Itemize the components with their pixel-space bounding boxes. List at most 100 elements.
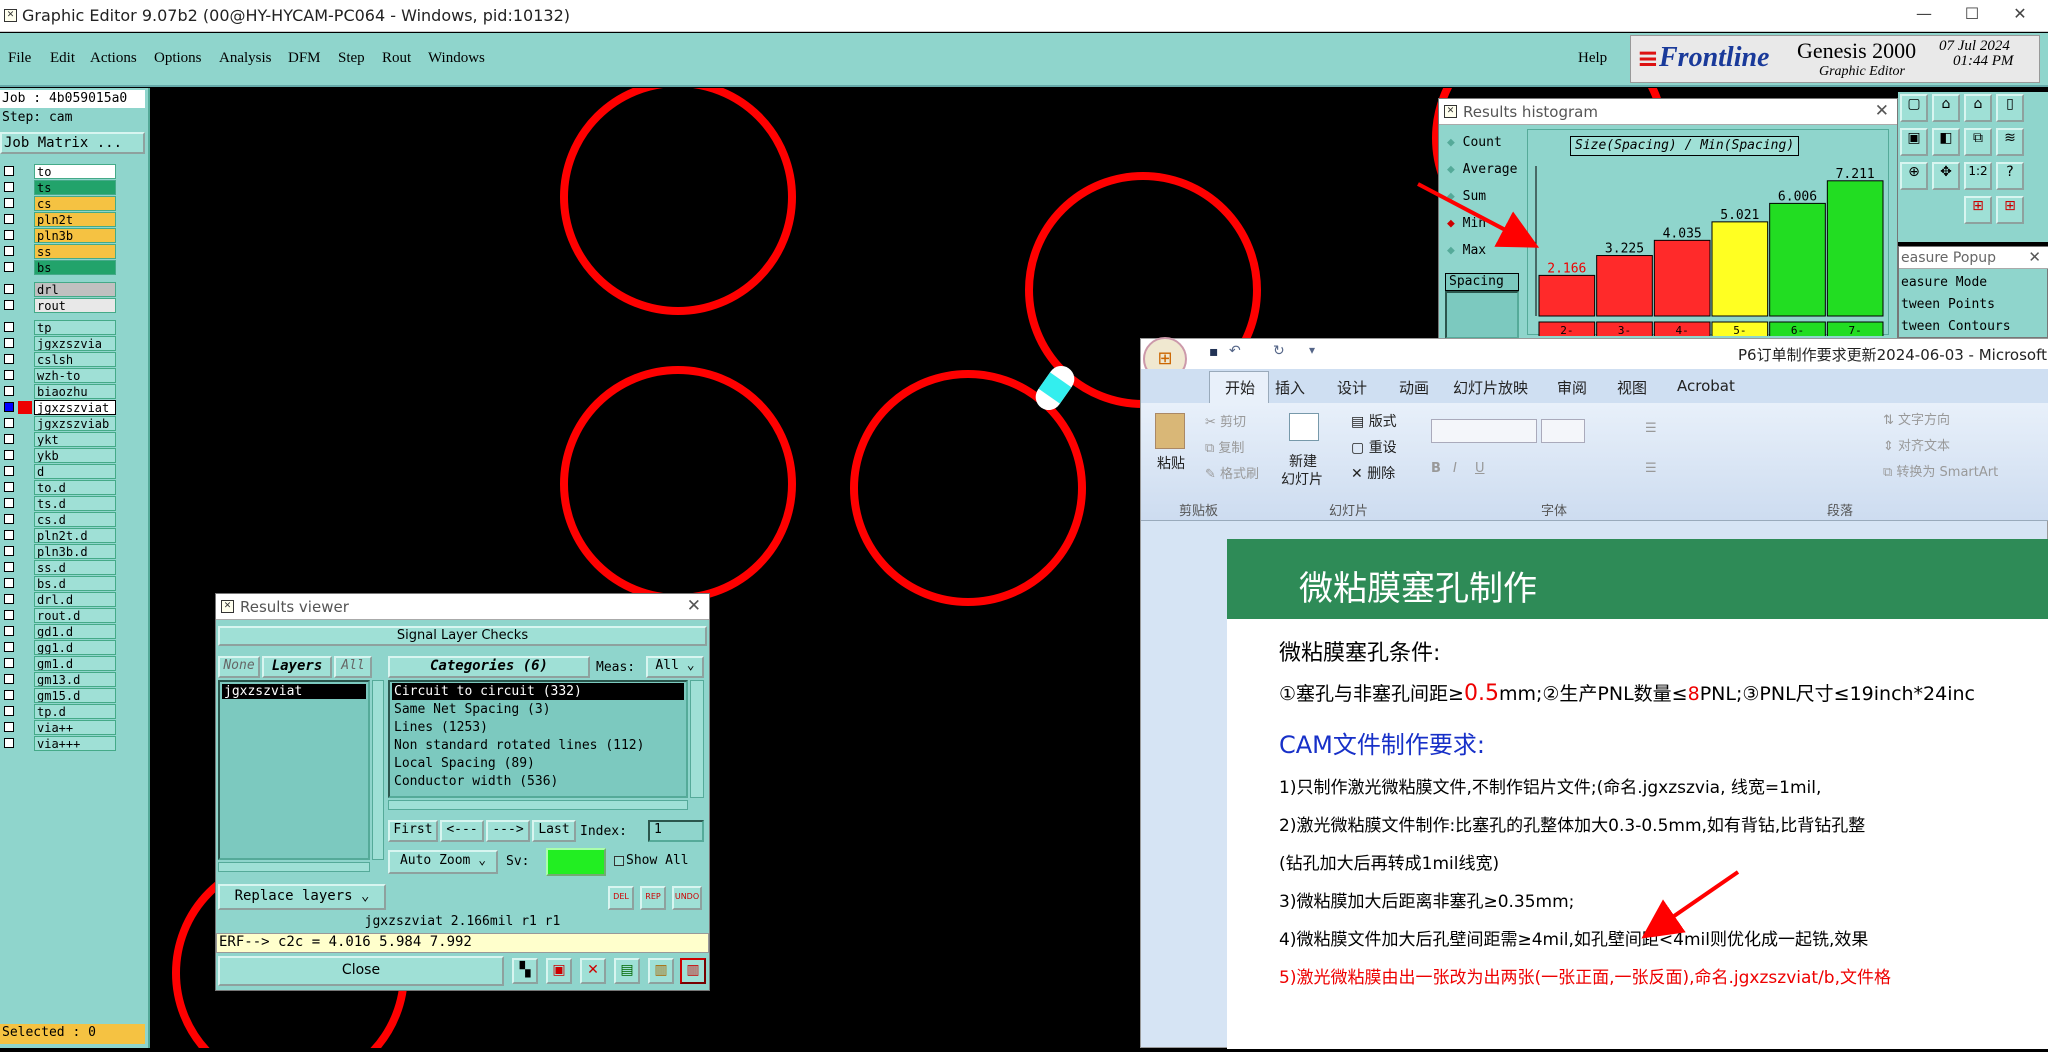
layer-name[interactable]: drl [34, 282, 116, 297]
layer-name[interactable]: gm1.d [34, 656, 116, 671]
layer-checkbox[interactable] [4, 690, 14, 700]
layer-checkbox[interactable] [4, 370, 14, 380]
tool-icon[interactable]: ⊞ [1964, 196, 1992, 224]
tab-home[interactable]: 开始 [1225, 377, 1255, 398]
layer-name[interactable]: jgxzszviab [34, 416, 116, 431]
font-size-select[interactable] [1541, 419, 1585, 443]
category-scrollbar[interactable] [690, 680, 704, 798]
index-input[interactable]: 1 [648, 820, 704, 842]
histogram-option-sum[interactable]: ◆ Sum [1447, 189, 1486, 204]
tab-acrobat[interactable]: Acrobat [1677, 377, 1735, 395]
layer-name[interactable]: gm13.d [34, 672, 116, 687]
layer-name[interactable]: pln2t.d [34, 528, 116, 543]
tool-icon[interactable]: ▥ [648, 958, 674, 984]
layer-name[interactable]: gm15.d [34, 688, 116, 703]
layer-row[interactable]: gg1.d [2, 640, 116, 655]
tool-icon[interactable]: ▢ [1900, 94, 1928, 122]
prev-button[interactable]: <--- [440, 820, 484, 842]
menu-step[interactable]: Step [338, 50, 365, 67]
layer-name[interactable]: to [34, 164, 116, 179]
layer-name[interactable]: biaozhu [34, 384, 116, 399]
histogram-close-icon[interactable]: ✕ [1875, 101, 1889, 121]
layer-checkbox[interactable] [4, 498, 14, 508]
category-item[interactable]: Lines (1253) [392, 719, 684, 736]
menu-dfm[interactable]: DFM [288, 50, 321, 67]
paste-icon[interactable] [1155, 413, 1185, 449]
layer-name[interactable]: wzh-to [34, 368, 116, 383]
layer-row[interactable]: tp.d [2, 704, 116, 719]
layer-row[interactable]: ykb [2, 448, 116, 463]
layer-list-box[interactable]: jgxzszviat [218, 680, 370, 860]
histogram-bar[interactable] [1596, 255, 1653, 317]
tool-icon[interactable]: ✕ [580, 958, 606, 984]
replace-icon[interactable]: REP [640, 886, 666, 910]
layer-row[interactable]: tp [2, 320, 116, 335]
layer-name[interactable]: pln3b [34, 228, 116, 243]
menu-file[interactable]: File [8, 50, 31, 67]
layer-name[interactable]: rout [34, 298, 116, 313]
delete-slide-button[interactable]: ✕ 删除 [1351, 463, 1395, 483]
category-hscrollbar[interactable] [388, 800, 688, 810]
layers-button[interactable]: Layers [262, 656, 332, 678]
bullets-icon[interactable]: ☰ [1645, 421, 1657, 436]
tool-icon[interactable]: ▤ [614, 958, 640, 984]
layer-name[interactable]: ts [34, 180, 116, 195]
menu-actions[interactable]: Actions [90, 50, 137, 67]
layer-checkbox[interactable] [4, 594, 14, 604]
layer-name[interactable]: ykt [34, 432, 116, 447]
tool-icon[interactable]: ⊞ [1996, 196, 2024, 224]
layer-checkbox[interactable] [4, 402, 14, 412]
layer-row[interactable]: ykt [2, 432, 116, 447]
job-matrix-button[interactable]: Job Matrix ... [0, 132, 145, 154]
help-tool-icon[interactable]: ? [1996, 162, 2024, 190]
delete-icon[interactable]: DEL [608, 886, 634, 910]
category-item[interactable]: Same Net Spacing (3) [392, 701, 684, 718]
text-direction-button[interactable]: ⇅ 文字方向 [1883, 409, 1950, 428]
layer-name[interactable]: via+++ [34, 736, 116, 751]
histogram-tool-icon[interactable]: ▥ [680, 958, 706, 984]
layer-name[interactable]: via++ [34, 720, 116, 735]
tool-icon[interactable]: ▣ [1900, 128, 1928, 156]
font-name-select[interactable] [1431, 419, 1537, 443]
layer-checkbox[interactable] [4, 722, 14, 732]
layer-checkbox[interactable] [4, 466, 14, 476]
layer-name[interactable]: ss [34, 244, 116, 259]
tab-slideshow[interactable]: 幻灯片放映 [1453, 377, 1528, 398]
layer-row[interactable]: gm15.d [2, 688, 116, 703]
tab-review[interactable]: 审阅 [1557, 377, 1587, 398]
all-button[interactable]: All [334, 656, 372, 678]
layer-checkbox[interactable] [4, 322, 14, 332]
slide-canvas[interactable]: 微粘膜塞孔制作 微粘膜塞孔条件: ①塞孔与非塞孔间距≥0.5mm;②生产PNL数… [1227, 539, 2048, 1049]
layer-checkbox[interactable] [4, 166, 14, 176]
menu-analysis[interactable]: Analysis [219, 50, 272, 67]
layer-name[interactable]: cs.d [34, 512, 116, 527]
layer-row[interactable]: pln2t.d [2, 528, 116, 543]
new-slide-icon[interactable] [1289, 413, 1319, 441]
menu-edit[interactable]: Edit [50, 50, 75, 67]
layer-checkbox[interactable] [4, 182, 14, 192]
replace-layers-dropdown[interactable]: Replace layers ⌄ [218, 884, 386, 910]
layer-name[interactable]: cslsh [34, 352, 116, 367]
histogram-bar[interactable] [1826, 180, 1884, 317]
tab-view[interactable]: 视图 [1617, 377, 1647, 398]
layer-row[interactable]: pln3b.d [2, 544, 116, 559]
layer-name[interactable]: pln2t [34, 212, 116, 227]
next-button[interactable]: ---> [486, 820, 530, 842]
undo-icon[interactable]: UNDO [672, 886, 702, 910]
layer-row[interactable]: bs.d [2, 576, 116, 591]
minimize-button[interactable]: — [1904, 4, 1944, 23]
smartart-button[interactable]: ⧉ 转换为 SmartArt [1883, 461, 1998, 480]
paste-button[interactable]: 粘贴 [1157, 453, 1185, 473]
save-icon[interactable]: ▪ [1209, 344, 1219, 360]
layer-row[interactable]: rout [2, 298, 116, 313]
layer-checkbox[interactable] [4, 546, 14, 556]
layer-checkbox[interactable] [4, 418, 14, 428]
layer-checkbox[interactable] [4, 642, 14, 652]
layer-row[interactable]: ts [2, 180, 116, 195]
layer-name[interactable]: rout.d [34, 608, 116, 623]
layer-name[interactable]: jgxzszviat [34, 400, 116, 415]
layer-checkbox[interactable] [4, 658, 14, 668]
result-layer-item[interactable]: jgxzszviat [222, 684, 366, 699]
undo-icon[interactable]: ↶ [1229, 343, 1241, 359]
layer-checkbox[interactable] [4, 214, 14, 224]
